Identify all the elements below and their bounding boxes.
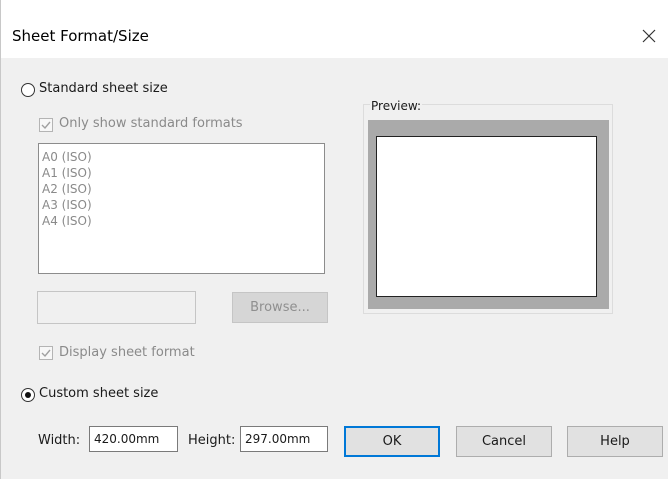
list-item[interactable]: A4 (ISO) (42, 213, 324, 229)
list-item[interactable]: A1 (ISO) (42, 165, 324, 181)
help-button[interactable]: Help (567, 426, 663, 457)
checkmark-icon (41, 349, 51, 358)
custom-size-label[interactable]: Custom sheet size (39, 386, 158, 401)
width-label: Width: (38, 433, 81, 448)
title-bar: Sheet Format/Size (0, 0, 668, 58)
display-format-label: Display sheet format (59, 345, 195, 360)
close-icon (642, 29, 656, 43)
standard-size-label[interactable]: Standard sheet size (39, 81, 168, 96)
format-list[interactable]: A0 (ISO) A1 (ISO) A2 (ISO) A3 (ISO) A4 (… (38, 143, 325, 274)
custom-size-radio[interactable] (21, 388, 35, 402)
dialog-title: Sheet Format/Size (12, 27, 149, 45)
list-item[interactable]: A2 (ISO) (42, 181, 324, 197)
preview-paper (376, 136, 597, 297)
preview-label: Preview: (370, 99, 423, 113)
list-item[interactable]: A0 (ISO) (42, 149, 324, 165)
display-format-checkbox[interactable] (39, 346, 53, 360)
list-item[interactable]: A3 (ISO) (42, 197, 324, 213)
height-label: Height: (188, 433, 236, 448)
ok-button[interactable]: OK (344, 426, 440, 457)
standard-size-radio[interactable] (21, 83, 35, 97)
close-button[interactable] (630, 20, 668, 52)
cancel-button[interactable]: Cancel (456, 426, 552, 457)
width-input[interactable]: 420.00mm (89, 426, 178, 452)
height-input[interactable]: 297.00mm (240, 426, 328, 452)
sheet-format-file-field[interactable] (37, 291, 196, 324)
browse-button[interactable]: Browse... (232, 292, 328, 323)
checkmark-icon (41, 121, 51, 130)
only-standard-label: Only show standard formats (59, 116, 243, 131)
only-standard-checkbox[interactable] (39, 118, 53, 132)
